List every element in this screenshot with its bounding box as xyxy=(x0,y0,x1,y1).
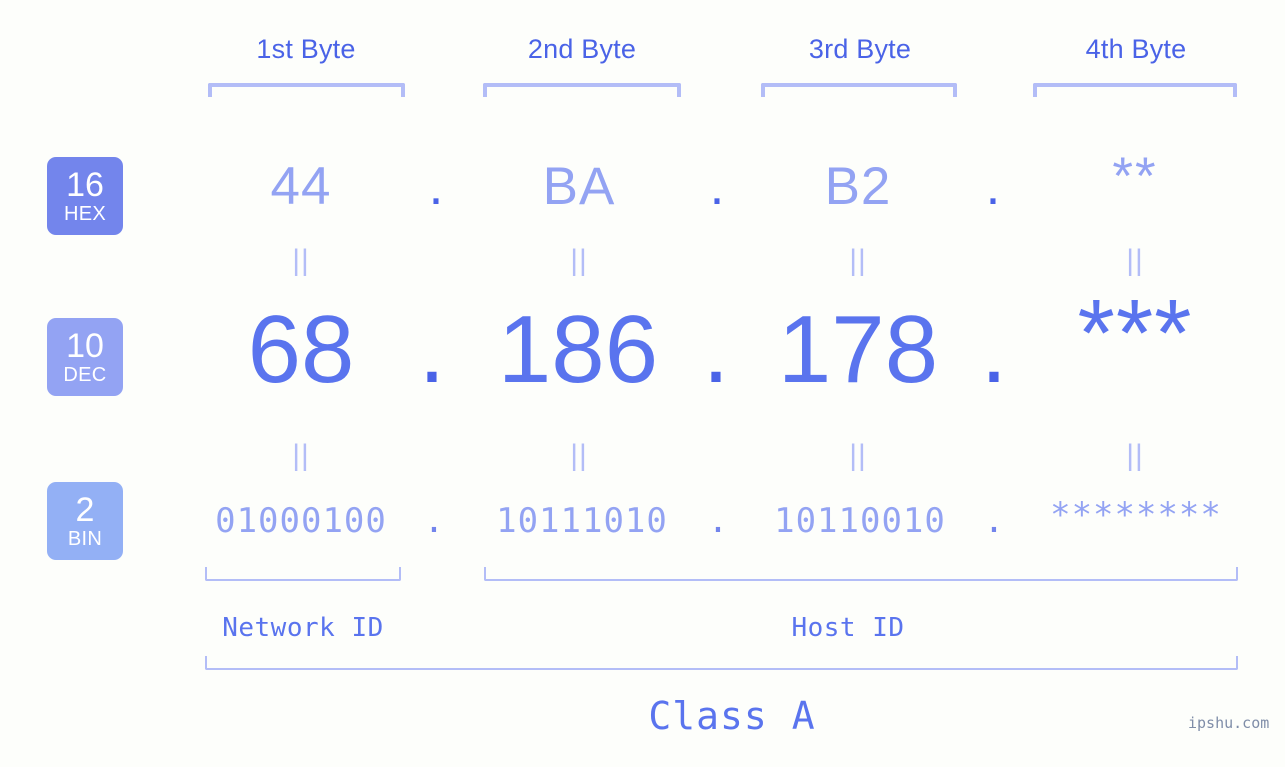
bin-value-byte-3: 10110010 xyxy=(774,501,946,541)
dec-separator-1: . xyxy=(418,296,446,403)
byte-bracket-1 xyxy=(208,83,405,97)
base-badge-bin-name: BIN xyxy=(67,528,103,550)
bin-value-byte-1: 01000100 xyxy=(215,501,387,541)
equals-connector-hex-dec-3: || xyxy=(849,244,867,277)
equals-connector-hex-dec-1: || xyxy=(292,244,310,277)
equals-connector-dec-bin-4: || xyxy=(1126,439,1144,472)
base-badge-bin-number: 2 xyxy=(75,491,95,529)
base-badge-dec-number: 10 xyxy=(66,327,104,365)
base-badge-dec-name: DEC xyxy=(63,364,107,386)
base-badge-hex-number: 16 xyxy=(66,166,104,204)
byte-bracket-4 xyxy=(1033,83,1237,97)
bin-value-byte-2: 10111010 xyxy=(496,501,668,541)
byte-header-2: 2nd Byte xyxy=(527,34,637,64)
hex-value-byte-2: BA xyxy=(542,157,616,216)
byte-header-4: 4th Byte xyxy=(1085,34,1187,64)
byte-header-1: 1st Byte xyxy=(256,34,356,64)
host-id-label: Host ID xyxy=(791,613,905,643)
network-id-label: Network ID xyxy=(222,613,384,643)
bin-separator-1: . xyxy=(423,501,445,541)
base-badge-hex-name: HEX xyxy=(63,203,107,225)
equals-connector-hex-dec-4: || xyxy=(1126,244,1144,277)
equals-connector-hex-dec-2: || xyxy=(570,244,588,277)
base-badge-hex: 16 HEX xyxy=(47,157,123,235)
equals-connector-dec-bin-1: || xyxy=(292,439,310,472)
bin-value-byte-4: ******** xyxy=(1050,495,1222,535)
byte-header-3: 3rd Byte xyxy=(808,34,912,64)
ip-byte-breakdown-diagram: 1st Byte 2nd Byte 3rd Byte 4th Byte 16 H… xyxy=(0,0,1285,767)
network-id-bracket xyxy=(205,567,401,581)
ip-class-label: Class A xyxy=(648,694,816,738)
byte-bracket-3 xyxy=(761,83,957,97)
site-watermark: ipshu.com xyxy=(1188,714,1270,732)
hex-value-byte-4: ** xyxy=(1112,147,1158,206)
dec-value-byte-4: *** xyxy=(1077,280,1193,387)
dec-value-byte-2: 186 xyxy=(497,296,659,403)
host-id-bracket xyxy=(484,567,1238,581)
dec-separator-3: . xyxy=(980,296,1008,403)
bin-separator-3: . xyxy=(983,501,1005,541)
equals-connector-dec-bin-3: || xyxy=(849,439,867,472)
byte-bracket-2 xyxy=(483,83,681,97)
hex-value-byte-1: 44 xyxy=(270,157,332,216)
hex-value-byte-3: B2 xyxy=(824,157,892,216)
base-badge-dec: 10 DEC xyxy=(47,318,123,396)
dec-separator-2: . xyxy=(702,296,730,403)
hex-separator-1: . xyxy=(428,157,444,216)
hex-separator-2: . xyxy=(709,157,725,216)
dec-value-byte-1: 68 xyxy=(247,296,355,403)
bin-separator-2: . xyxy=(707,501,729,541)
hex-separator-3: . xyxy=(985,157,1001,216)
ip-class-bracket xyxy=(205,656,1238,670)
dec-value-byte-3: 178 xyxy=(777,296,939,403)
base-badge-bin: 2 BIN xyxy=(47,482,123,560)
equals-connector-dec-bin-2: || xyxy=(570,439,588,472)
